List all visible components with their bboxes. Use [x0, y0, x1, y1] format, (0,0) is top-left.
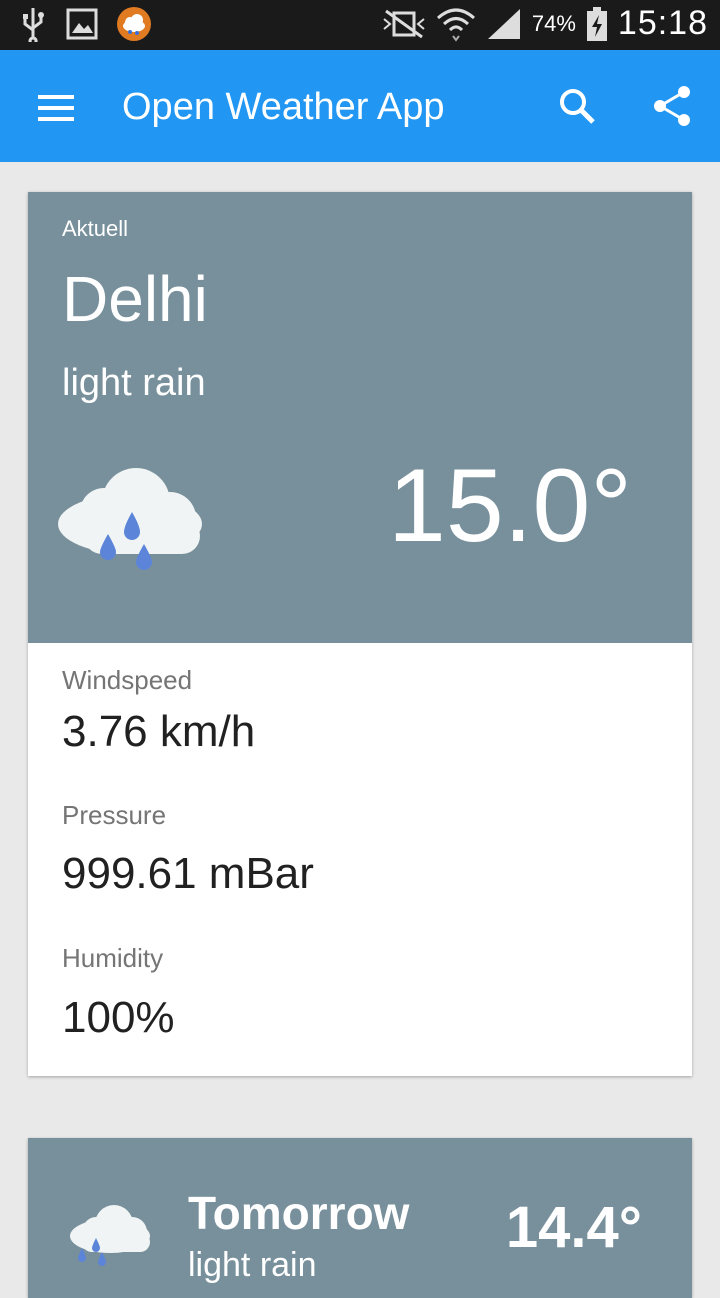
share-button[interactable]	[648, 82, 696, 130]
usb-icon	[23, 8, 44, 42]
current-weather-header: Aktuell Delhi light rain 15.0°	[28, 192, 692, 643]
current-label: Aktuell	[62, 216, 129, 241]
weather-notification-icon	[117, 7, 151, 41]
city-name: Delhi	[62, 263, 208, 335]
humidity-value: 100%	[62, 993, 175, 1042]
current-weather-details: Windspeed 3.76 km/h Pressure 999.61 mBar…	[28, 643, 692, 1076]
battery-icon	[586, 6, 607, 41]
pressure-label: Pressure	[62, 800, 167, 830]
current-temperature: 15.0°	[387, 448, 632, 564]
rain-cloud-icon	[58, 468, 202, 570]
search-icon	[560, 89, 595, 124]
clock: 15:18	[617, 4, 708, 42]
windspeed-label: Windspeed	[62, 665, 193, 695]
pressure-value: 999.61 mBar	[62, 849, 314, 898]
status-bar-left	[18, 6, 152, 42]
image-icon	[66, 8, 98, 40]
weather-description: light rain	[62, 362, 206, 404]
rain-cloud-icon	[70, 1205, 150, 1266]
status-bar: 74% 15:18	[0, 0, 720, 50]
signal-icon	[487, 8, 520, 39]
app-title: Open Weather App	[122, 86, 445, 128]
humidity-label: Humidity	[62, 943, 164, 973]
current-weather-card[interactable]: Aktuell Delhi light rain 15.0° Windspeed…	[28, 192, 692, 1076]
menu-icon	[38, 95, 74, 121]
battery-percent: 74%	[531, 10, 576, 36]
mute-icon	[383, 9, 425, 38]
status-bar-right: 74% 15:18	[382, 4, 708, 43]
wifi-icon	[436, 8, 475, 42]
forecast-description: light rain	[188, 1246, 317, 1284]
forecast-day: Tomorrow	[188, 1187, 410, 1239]
forecast-card[interactable]: Tomorrow light rain 14.4°	[28, 1138, 692, 1298]
app-bar: Open Weather App	[0, 50, 720, 162]
menu-button[interactable]	[30, 86, 82, 130]
share-icon	[654, 86, 690, 126]
search-button[interactable]	[553, 82, 601, 130]
forecast-temperature: 14.4°	[505, 1195, 642, 1260]
windspeed-value: 3.76 km/h	[62, 707, 256, 756]
